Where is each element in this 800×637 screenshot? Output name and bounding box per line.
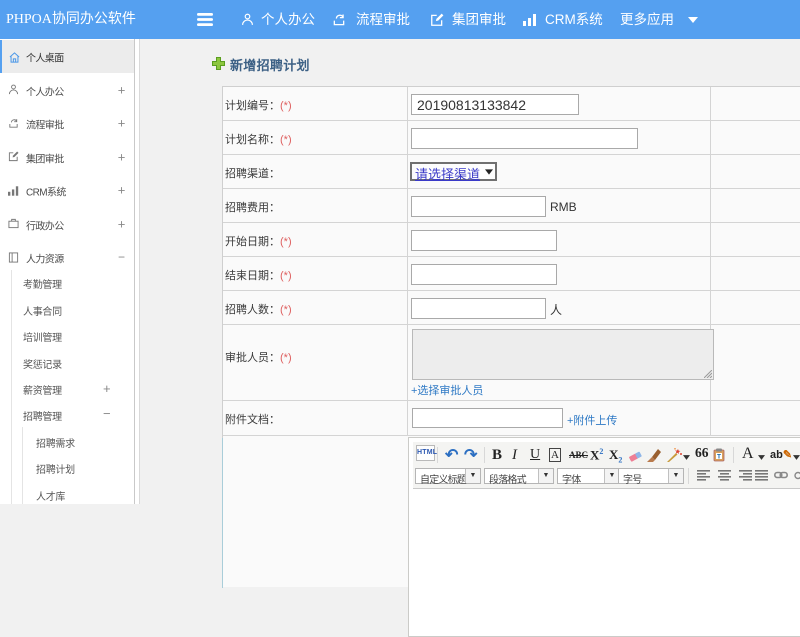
svg-text:T: T xyxy=(717,454,721,461)
